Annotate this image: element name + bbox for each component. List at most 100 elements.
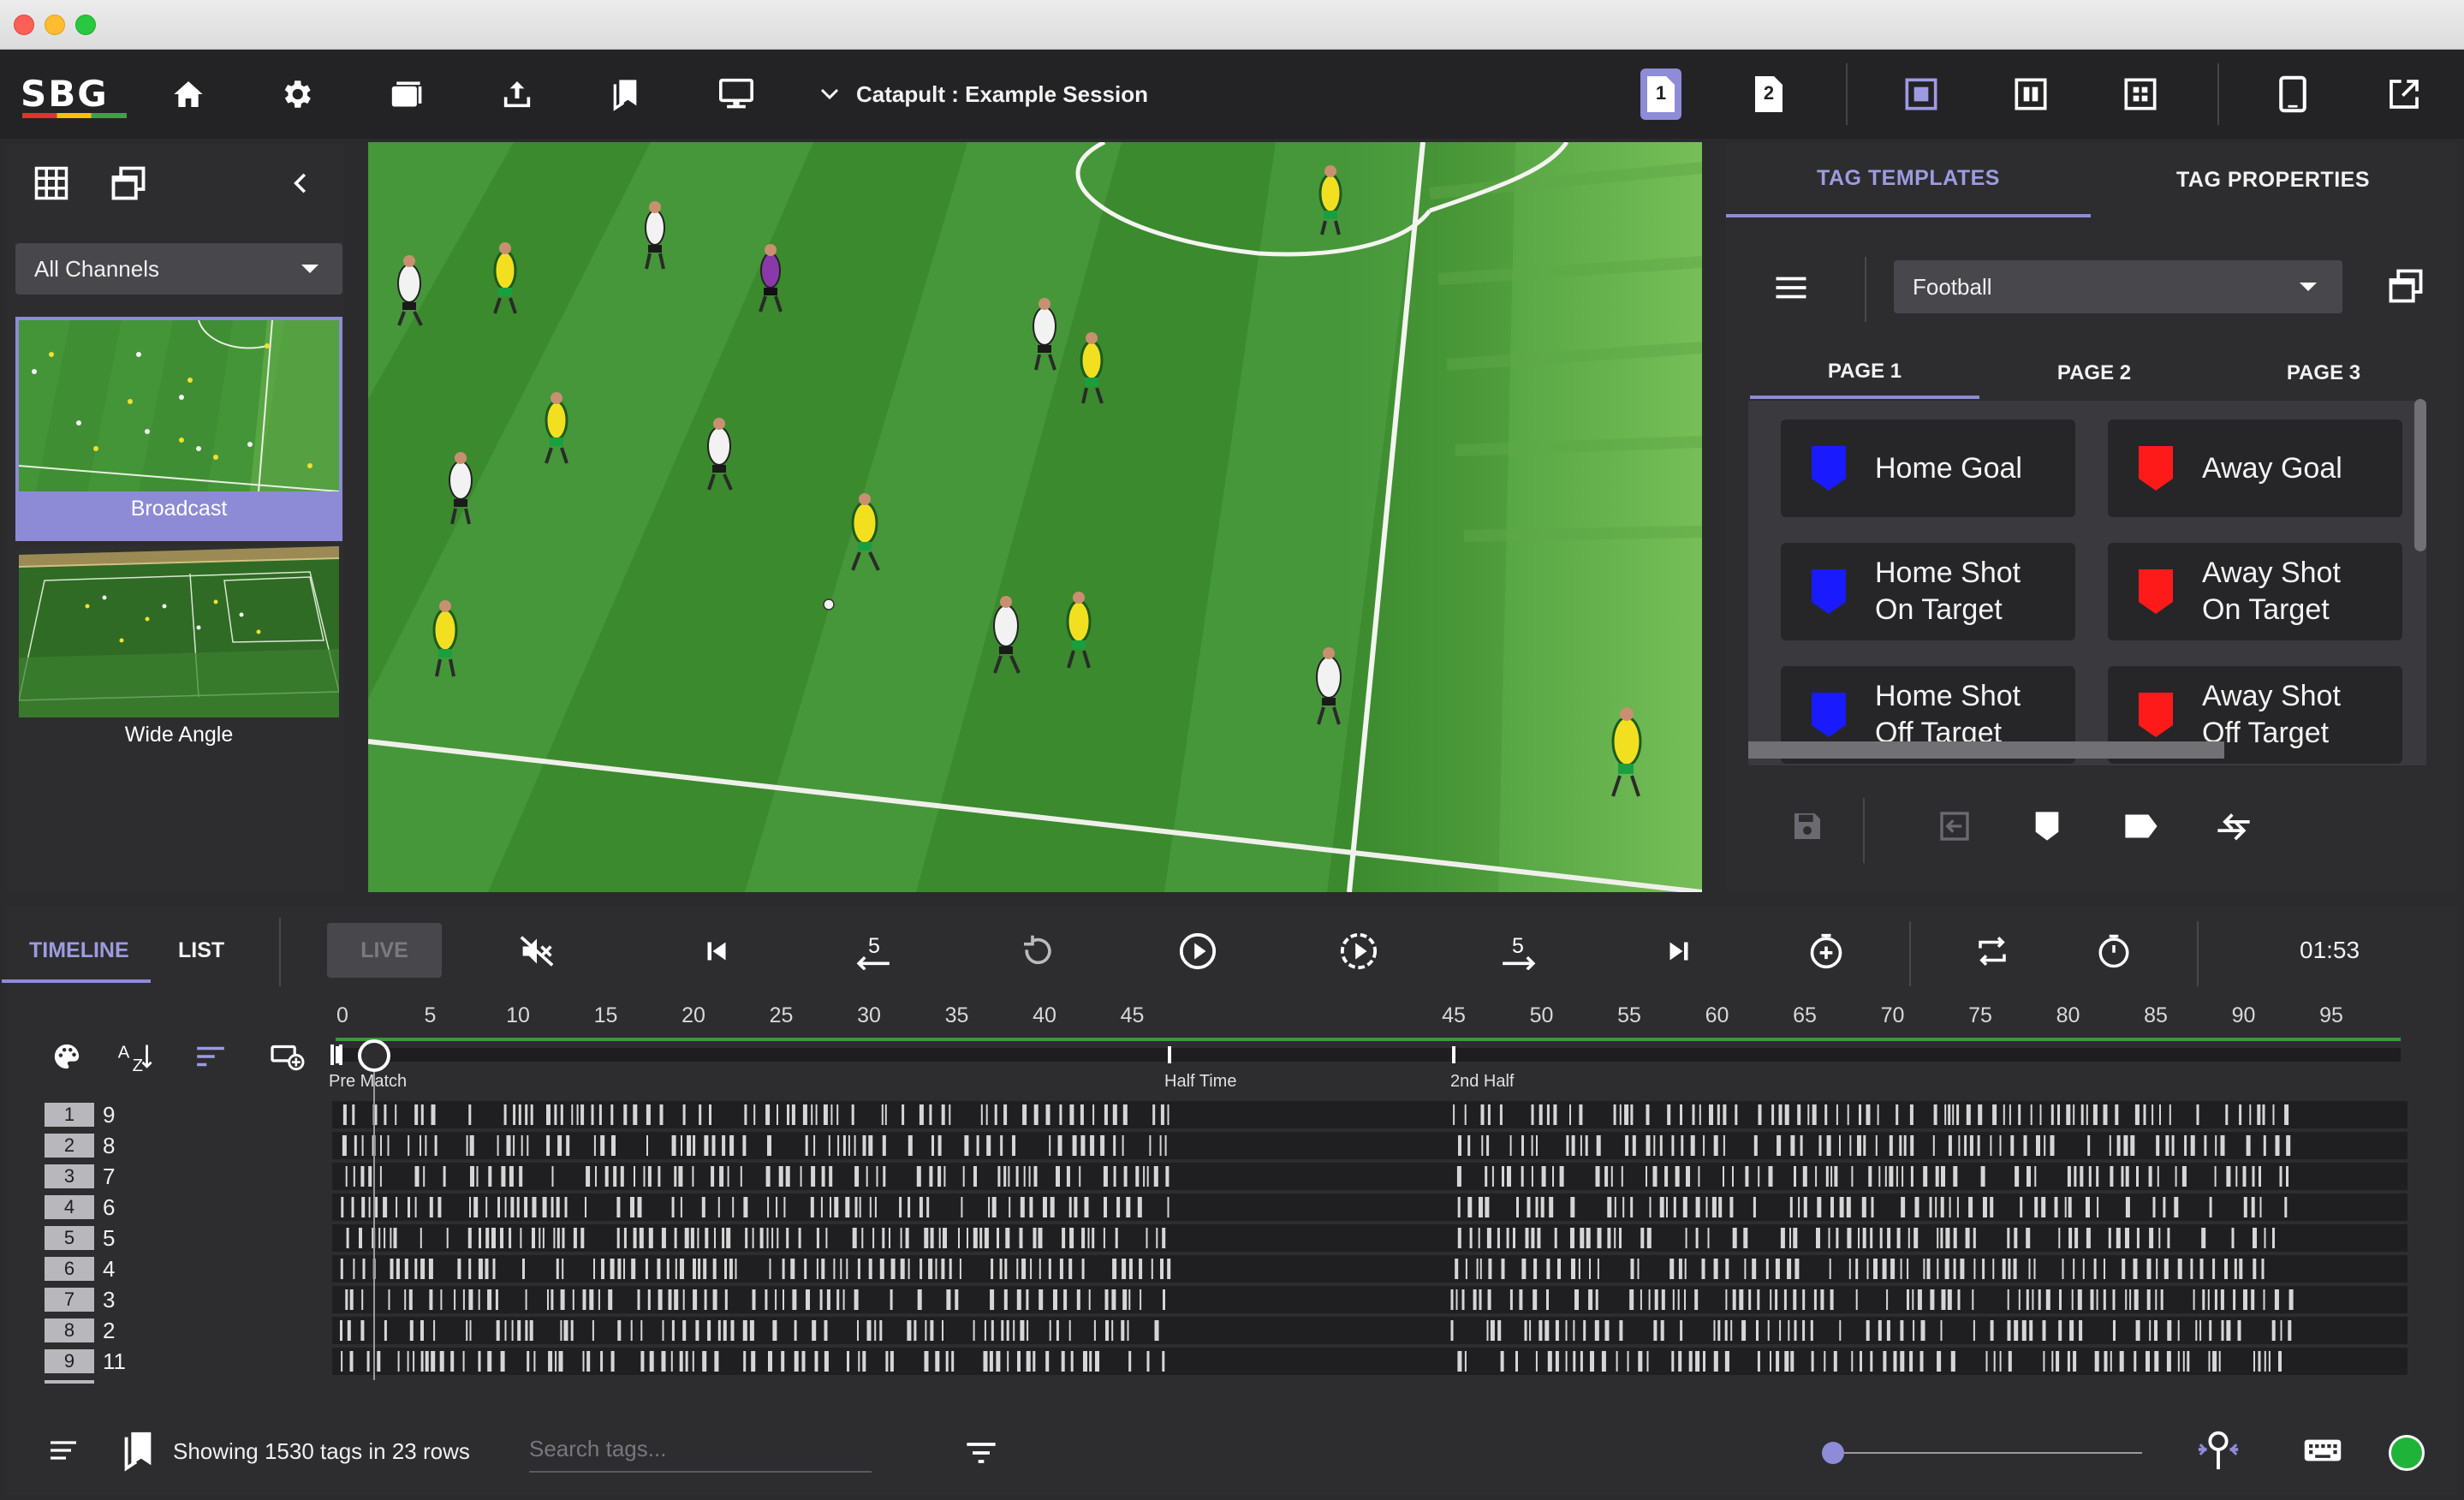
- tag-mark[interactable]: [2156, 1259, 2158, 1279]
- tag-mark[interactable]: [2234, 1259, 2237, 1279]
- tag-mark[interactable]: [542, 1228, 545, 1248]
- tab-list[interactable]: LIST: [178, 925, 224, 976]
- tag-mark[interactable]: [470, 1166, 474, 1187]
- tag-mark[interactable]: [2086, 1104, 2088, 1125]
- tag-mark[interactable]: [1604, 1166, 1609, 1187]
- tag-mark[interactable]: [908, 1135, 913, 1156]
- tag-mark[interactable]: [1093, 1320, 1096, 1341]
- tag-mark[interactable]: [1485, 1197, 1490, 1217]
- tag-mark[interactable]: [931, 1135, 934, 1156]
- tag-mark[interactable]: [1026, 1289, 1029, 1310]
- tag-mark[interactable]: [1940, 1228, 1943, 1248]
- tag-mark[interactable]: [1531, 1135, 1533, 1156]
- tag-mark[interactable]: [765, 1104, 771, 1125]
- tag-mark[interactable]: [1724, 1320, 1728, 1341]
- tag-mark[interactable]: [723, 1320, 727, 1341]
- tag-mark[interactable]: [693, 1289, 698, 1310]
- tag-mark[interactable]: [824, 1320, 828, 1341]
- tag-mark[interactable]: [722, 1228, 725, 1248]
- tag-mark[interactable]: [397, 1351, 400, 1372]
- tag-mark[interactable]: [2253, 1228, 2257, 1248]
- tag-mark[interactable]: [2215, 1135, 2217, 1156]
- tag-mark[interactable]: [711, 1135, 716, 1156]
- tag-mark[interactable]: [2155, 1289, 2157, 1310]
- tag-mark[interactable]: [1913, 1228, 1919, 1248]
- tag-mark[interactable]: [1886, 1320, 1890, 1341]
- tag-mark[interactable]: [633, 1228, 637, 1248]
- tag-mark[interactable]: [1698, 1166, 1700, 1187]
- tag-mark[interactable]: [1743, 1228, 1748, 1248]
- tag-mark[interactable]: [2218, 1351, 2221, 1372]
- tag-mark[interactable]: [1790, 1351, 1794, 1372]
- tag-mark[interactable]: [885, 1351, 889, 1372]
- tag-mark[interactable]: [601, 1259, 604, 1279]
- tag-mark[interactable]: [443, 1166, 446, 1187]
- tag-mark[interactable]: [2133, 1259, 2138, 1279]
- tag-mark[interactable]: [930, 1320, 934, 1341]
- tag-mark[interactable]: [1557, 1259, 1561, 1279]
- tag-mark[interactable]: [2034, 1166, 2037, 1187]
- slow-play-icon[interactable]: [1336, 928, 1382, 974]
- tag-mark[interactable]: [900, 1259, 905, 1279]
- tag-mark[interactable]: [2243, 1289, 2247, 1310]
- tag-mark[interactable]: [2067, 1351, 2070, 1372]
- tag-mark[interactable]: [1914, 1197, 1919, 1217]
- tag-mark[interactable]: [2003, 1104, 2005, 1125]
- tag-mark[interactable]: [1937, 1228, 1939, 1248]
- tag-mark[interactable]: [704, 1289, 707, 1310]
- tag-mark[interactable]: [2110, 1166, 2114, 1187]
- tag-mark[interactable]: [1672, 1289, 1675, 1310]
- home-icon[interactable]: [168, 74, 209, 115]
- tag-mark[interactable]: [937, 1135, 942, 1156]
- tag-mark[interactable]: [1653, 1320, 1658, 1341]
- tag-mark[interactable]: [1015, 1166, 1019, 1187]
- tag-mark[interactable]: [811, 1104, 813, 1125]
- skip-to-start-icon[interactable]: [693, 928, 740, 974]
- tag-mark[interactable]: [1521, 1259, 1527, 1279]
- tag-mark[interactable]: [745, 1228, 748, 1248]
- tag-mark[interactable]: [830, 1197, 831, 1217]
- tag-mark[interactable]: [2154, 1351, 2159, 1372]
- tag-mark[interactable]: [1957, 1289, 1961, 1310]
- tag-mark[interactable]: [414, 1104, 419, 1125]
- tag-mark[interactable]: [1164, 1135, 1167, 1156]
- tag-mark[interactable]: [630, 1320, 633, 1341]
- tag-mark[interactable]: [1887, 1228, 1891, 1248]
- tag-mark[interactable]: [1732, 1228, 1737, 1248]
- tag-mark[interactable]: [823, 1104, 828, 1125]
- marker-label-half-time[interactable]: Half Time: [1164, 1072, 1236, 1092]
- bookmarks-icon[interactable]: [118, 1428, 158, 1473]
- tag-mark[interactable]: [759, 1228, 764, 1248]
- tag-mark[interactable]: [1640, 1228, 1645, 1248]
- tag-mark[interactable]: [1464, 1351, 1467, 1372]
- tag-mark[interactable]: [375, 1197, 378, 1217]
- tag-mark[interactable]: [1953, 1166, 1958, 1187]
- tag-mark[interactable]: [1127, 1320, 1129, 1341]
- tag-mark[interactable]: [1695, 1197, 1700, 1217]
- tag-mark[interactable]: [390, 1228, 392, 1248]
- tag-mark[interactable]: [2279, 1166, 2282, 1187]
- tag-mark[interactable]: [1571, 1135, 1575, 1156]
- tag-mark[interactable]: [1839, 1197, 1844, 1217]
- row-number[interactable]: 4: [45, 1195, 94, 1219]
- tag-mark[interactable]: [1586, 1228, 1591, 1248]
- tag-mark[interactable]: [2041, 1197, 2046, 1217]
- tag-mark[interactable]: [1506, 1228, 1509, 1248]
- tag-mark[interactable]: [640, 1351, 645, 1372]
- tag-mark[interactable]: [680, 1197, 682, 1217]
- tag-mark[interactable]: [674, 1228, 677, 1248]
- tag-mark[interactable]: [586, 1166, 591, 1187]
- tag-mark[interactable]: [787, 1104, 789, 1125]
- tag-mark[interactable]: [613, 1166, 617, 1187]
- tag-mark[interactable]: [811, 1166, 816, 1187]
- tag-mark[interactable]: [630, 1197, 634, 1217]
- tag-mark[interactable]: [1059, 1259, 1063, 1279]
- stopwatch-icon[interactable]: [2091, 928, 2137, 974]
- tag-mark[interactable]: [2275, 1135, 2280, 1156]
- tag-mark[interactable]: [1585, 1135, 1588, 1156]
- tag-mark[interactable]: [1163, 1289, 1165, 1310]
- tag-mark[interactable]: [1999, 1351, 2002, 1372]
- tag-mark[interactable]: [1824, 1104, 1828, 1125]
- tag-mark[interactable]: [349, 1351, 354, 1372]
- tag-mark[interactable]: [468, 1259, 472, 1279]
